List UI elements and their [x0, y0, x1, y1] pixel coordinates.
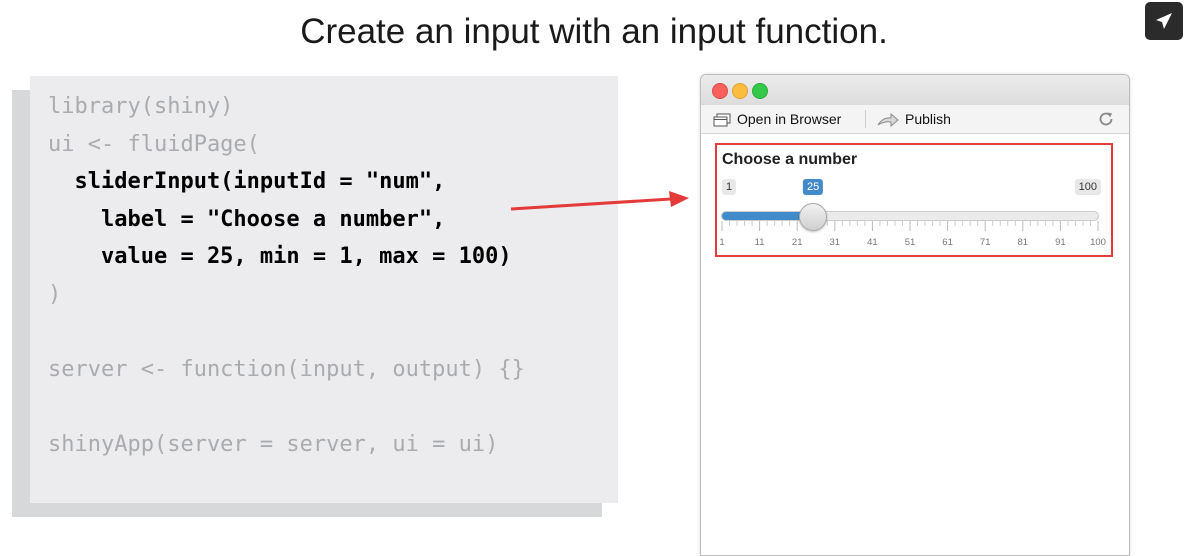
code-line: sliderInput(inputId = "num",	[48, 169, 446, 194]
paper-plane-icon	[1156, 13, 1172, 29]
slider-grid-label: 41	[867, 237, 878, 248]
refresh-button[interactable]	[1097, 110, 1115, 128]
open-in-browser-label: Open in Browser	[737, 111, 842, 127]
slider-grid-label: 100	[1090, 237, 1106, 248]
slider-grid-label: 1	[719, 237, 724, 248]
code-line: ui <- fluidPage(	[48, 131, 260, 157]
send-button[interactable]	[1145, 2, 1183, 40]
slider-handle[interactable]	[799, 203, 828, 231]
minimize-window-button[interactable]	[732, 83, 748, 99]
slider-label: Choose a number	[722, 151, 858, 168]
code-line: server <- function(input, output) {}	[48, 356, 525, 382]
publish-button[interactable]: Publish	[877, 110, 951, 128]
slider-grid-label: 31	[830, 237, 841, 248]
maximize-window-button[interactable]	[752, 83, 768, 99]
code-line: library(shiny)	[48, 94, 234, 119]
publish-label: Publish	[905, 111, 951, 127]
code-line: label = "Choose a number",	[48, 206, 446, 232]
slider-grid-label: 11	[755, 237, 765, 248]
code-block: library(shiny) ui <- fluidPage( sliderInp…	[48, 88, 525, 463]
toolbar-divider	[865, 110, 866, 128]
slider-grid-label: 81	[1018, 237, 1029, 248]
slider-track[interactable]	[721, 211, 1099, 221]
slider-max-label: 100	[1074, 179, 1101, 195]
open-in-browser-button[interactable]: Open in Browser	[713, 110, 841, 128]
slider-grid-label: 21	[792, 237, 803, 248]
slider-grid-label: 91	[1055, 237, 1066, 248]
close-window-button[interactable]	[712, 83, 728, 99]
slide-title: Create an input with an input function.	[300, 12, 888, 51]
publish-arrow-icon	[877, 112, 899, 128]
code-line: )	[48, 281, 62, 307]
code-line: shinyApp(server = server, ui = ui)	[48, 431, 499, 457]
code-line: value = 25, min = 1, max = 100)	[48, 244, 512, 269]
browser-icon	[713, 113, 731, 127]
slider-grid-label: 61	[942, 237, 953, 248]
viewer-toolbar: Open in Browser Publish	[701, 105, 1129, 134]
window-titlebar	[701, 75, 1129, 105]
pointer-arrow	[510, 191, 689, 211]
slider-input-highlight: Choose a number 1 25 100 1 11 21 31 41 51 61 71…	[715, 143, 1113, 257]
slider-min-label: 1	[722, 179, 737, 195]
slider-value-label: 25	[803, 179, 824, 195]
slider-grid-label: 71	[980, 237, 991, 248]
refresh-icon	[1099, 112, 1113, 126]
shiny-app-window: Open in Browser Publish Choose a number …	[700, 74, 1130, 556]
slider-grid-label: 51	[905, 237, 916, 248]
